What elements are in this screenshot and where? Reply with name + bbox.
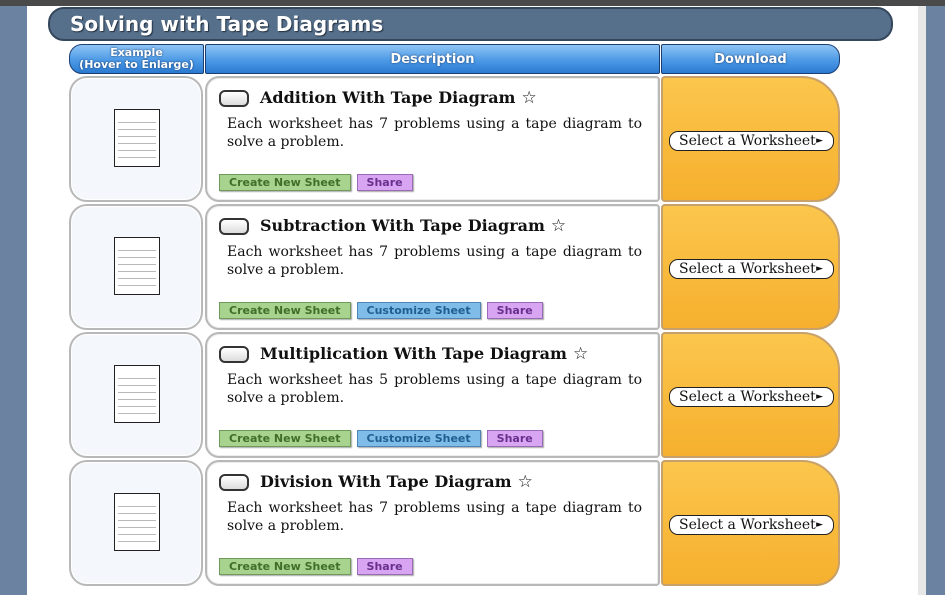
worksheet-title-text: Addition With Tape Diagram: [260, 88, 516, 107]
worksheet-title: Division With Tape Diagram ☆: [260, 472, 533, 492]
description-cell: Addition With Tape Diagram ☆ Each workshe…: [205, 76, 660, 202]
download-cell: Select a Worksheet ►: [661, 332, 840, 458]
create-new-sheet-button[interactable]: Create New Sheet: [219, 430, 351, 447]
share-button[interactable]: Share: [356, 174, 413, 191]
button-group: Create New Sheet Customize Sheet Share: [219, 430, 543, 447]
select-worksheet-dropdown[interactable]: Select a Worksheet ►: [669, 387, 834, 407]
toggle-switch-icon[interactable]: [219, 218, 249, 235]
worksheet-title-text: Subtraction With Tape Diagram: [260, 216, 545, 235]
select-worksheet-label: Select a Worksheet: [679, 389, 816, 405]
create-new-sheet-button[interactable]: Create New Sheet: [219, 558, 351, 575]
header-example: Example (Hover to Enlarge): [69, 44, 204, 74]
example-cell: [69, 204, 203, 330]
select-worksheet-dropdown[interactable]: Select a Worksheet ►: [669, 515, 834, 535]
example-cell: [69, 332, 203, 458]
header-download: Download: [661, 44, 840, 74]
page-edge: [918, 6, 926, 595]
customize-sheet-button[interactable]: Customize Sheet: [356, 430, 481, 447]
download-cell: Select a Worksheet ►: [661, 460, 840, 586]
worksheet-description: Each worksheet has 7 problems using a ta…: [227, 500, 642, 534]
toggle-switch-icon[interactable]: [219, 90, 249, 107]
example-cell: [69, 76, 203, 202]
create-new-sheet-button[interactable]: Create New Sheet: [219, 302, 351, 319]
button-group: Create New Sheet Customize Sheet Share: [219, 302, 543, 319]
download-cell: Select a Worksheet ►: [661, 76, 840, 202]
select-worksheet-label: Select a Worksheet: [679, 133, 816, 149]
worksheet-title: Addition With Tape Diagram ☆: [260, 88, 537, 108]
toggle-switch-icon[interactable]: [219, 346, 249, 363]
right-triangle-icon: ►: [816, 392, 823, 402]
header-description: Description: [205, 44, 660, 74]
star-outline-icon[interactable]: ☆: [521, 88, 536, 108]
worksheet-thumbnail[interactable]: [114, 109, 160, 167]
button-group: Create New Sheet Share: [219, 558, 413, 575]
worksheet-row: Multiplication With Tape Diagram ☆ Each w…: [69, 332, 841, 459]
button-group: Create New Sheet Share: [219, 174, 413, 191]
select-worksheet-dropdown[interactable]: Select a Worksheet ►: [669, 259, 834, 279]
star-outline-icon[interactable]: ☆: [551, 216, 566, 236]
worksheet-thumbnail[interactable]: [114, 493, 160, 551]
select-worksheet-label: Select a Worksheet: [679, 261, 816, 277]
download-cell: Select a Worksheet ►: [661, 204, 840, 330]
worksheet-row: Addition With Tape Diagram ☆ Each workshe…: [69, 76, 841, 203]
right-triangle-icon: ►: [816, 520, 823, 530]
description-cell: Multiplication With Tape Diagram ☆ Each w…: [205, 332, 660, 458]
worksheet-row: Division With Tape Diagram ☆ Each workshe…: [69, 460, 841, 587]
worksheet-description: Each worksheet has 5 problems using a ta…: [227, 372, 642, 406]
toggle-switch-icon[interactable]: [219, 474, 249, 491]
worksheet-row: Subtraction With Tape Diagram ☆ Each work…: [69, 204, 841, 331]
share-button[interactable]: Share: [486, 430, 543, 447]
worksheet-title: Subtraction With Tape Diagram ☆: [260, 216, 566, 236]
worksheet-description: Each worksheet has 7 problems using a ta…: [227, 244, 642, 278]
share-button[interactable]: Share: [486, 302, 543, 319]
worksheet-description: Each worksheet has 7 problems using a ta…: [227, 116, 642, 150]
share-button[interactable]: Share: [356, 558, 413, 575]
worksheet-thumbnail[interactable]: [114, 237, 160, 295]
description-cell: Subtraction With Tape Diagram ☆ Each work…: [205, 204, 660, 330]
customize-sheet-button[interactable]: Customize Sheet: [356, 302, 481, 319]
right-triangle-icon: ►: [816, 264, 823, 274]
select-worksheet-dropdown[interactable]: Select a Worksheet ►: [669, 131, 834, 151]
worksheet-title-text: Division With Tape Diagram: [260, 472, 512, 491]
section-title: Solving with Tape Diagrams: [48, 7, 893, 41]
worksheet-thumbnail[interactable]: [114, 365, 160, 423]
star-outline-icon[interactable]: ☆: [573, 344, 588, 364]
worksheet-title-text: Multiplication With Tape Diagram: [260, 344, 567, 363]
select-worksheet-label: Select a Worksheet: [679, 517, 816, 533]
example-cell: [69, 460, 203, 586]
description-cell: Division With Tape Diagram ☆ Each workshe…: [205, 460, 660, 586]
header-example-hint: (Hover to Enlarge): [79, 58, 194, 71]
worksheet-title: Multiplication With Tape Diagram ☆: [260, 344, 588, 364]
star-outline-icon[interactable]: ☆: [518, 472, 533, 492]
right-triangle-icon: ►: [816, 136, 823, 146]
create-new-sheet-button[interactable]: Create New Sheet: [219, 174, 351, 191]
